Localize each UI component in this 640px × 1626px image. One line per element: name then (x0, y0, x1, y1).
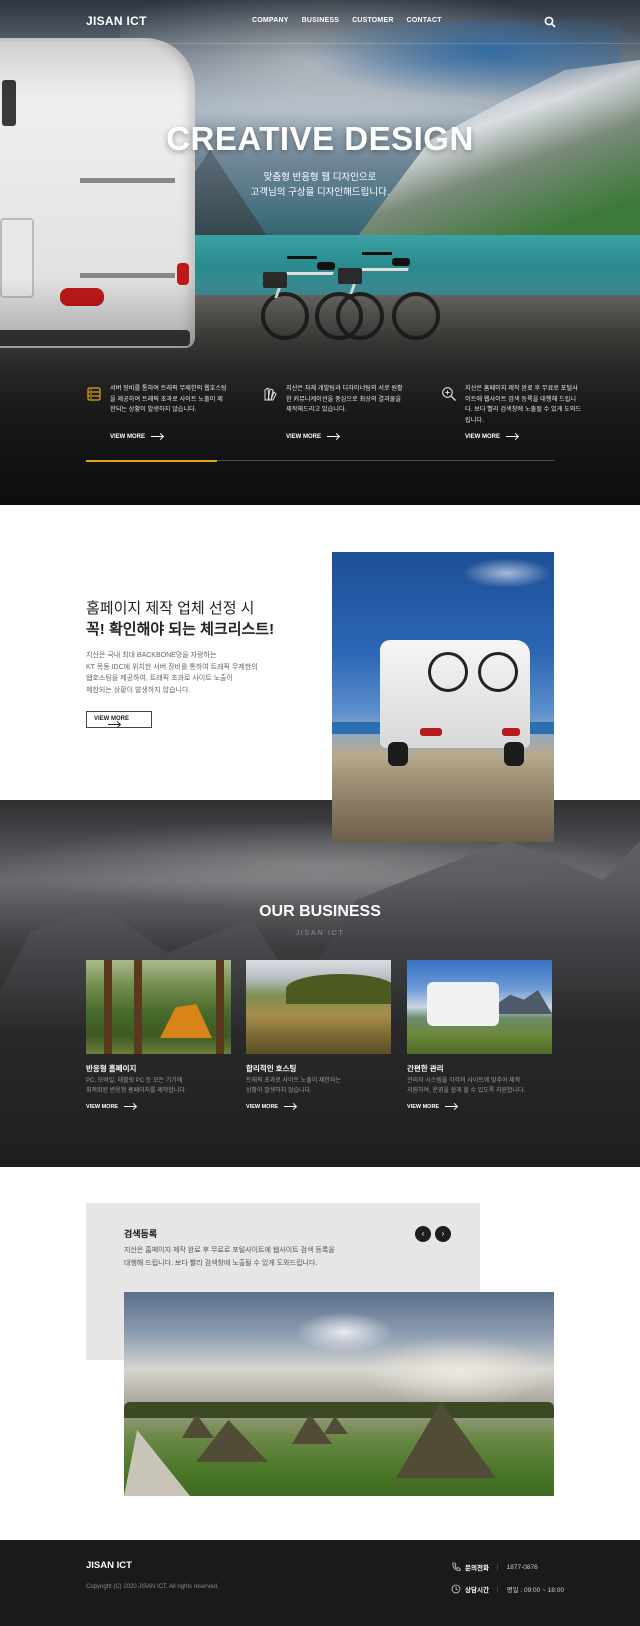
checklist-title-line1: 홈페이지 제작 업체 선정 시 (86, 600, 255, 617)
feature-text: 지산은 자체 개발팀과 디자이너팀의 서로 원활한 커뮤니케이션을 중심으로 최… (286, 385, 403, 413)
logo[interactable]: JISAN ICT (86, 14, 147, 28)
view-more-label: VIEW MORE (407, 1104, 440, 1110)
nav-contact[interactable]: CONTACT (407, 17, 442, 24)
footer: JISAN ICT Copyright (C) 2020 JISAN ICT. … (0, 1540, 640, 1626)
view-more-label: VIEW MORE (110, 434, 146, 440)
button-label: VIEW MORE (94, 716, 130, 722)
footer-phone: 문의전화 | 1877-0876 (451, 1562, 538, 1572)
card-image-camper (407, 960, 552, 1054)
business-card-management[interactable]: 간편한 관리 관리자 시스템을 각각의 사이트에 맞추어 제작 지원하여, 운영… (407, 960, 552, 1110)
view-more-link[interactable]: VIEW MORE (407, 1104, 458, 1110)
checklist-title-line2: 꼭! 확인해야 되는 체크리스트! (86, 621, 275, 638)
view-more-link[interactable]: VIEW MORE (246, 1104, 297, 1110)
color-swatch-icon (264, 387, 277, 401)
card-title: 합리적인 호스팅 (246, 1064, 297, 1073)
business-title: OUR BUSINESS (259, 903, 381, 920)
hours-label: 상담시간 (465, 1587, 489, 1594)
checklist-body-line: KT 목동 IDC에 위치한 서버 장비를 통하여 트래픽 무제한의 (86, 663, 258, 671)
next-slide-button[interactable]: › (435, 1226, 451, 1242)
card-description-line: 지원하여, 운영을 쉽게 할 수 있도록 지원합니다. (407, 1088, 526, 1094)
slider-progress-fill (86, 459, 218, 462)
nav-business[interactable]: BUSINESS (302, 17, 339, 24)
card-description-line: PC, 모바일, 태블릿 PC 등 모든 기기에 (86, 1078, 183, 1084)
search-registration-title: 검색등록 (124, 1229, 158, 1239)
view-more-label: VIEW MORE (86, 1104, 119, 1110)
feature-text: 서버 장비를 통하여 트래픽 무제한의 웹호스팅을 제공하여 트래픽 초과로 사… (110, 385, 227, 413)
feature-text: 지산은 홈페이지 제작 완료 후 무료로 포털사이트에 웹사이트 검색 등록을 … (465, 385, 582, 424)
card-description-line: 상황이 발생하지 않습니다. (246, 1088, 312, 1094)
checklist-view-more-button[interactable]: VIEW MORE (86, 711, 152, 728)
view-more-label: VIEW MORE (286, 434, 322, 440)
top-navigation: JISAN ICT COMPANY BUSINESS CUSTOMER CONT… (0, 0, 640, 44)
search-registration-line: 대행해 드립니다. 보다 빨리 검색창에 노출될 수 있게 도와드립니다. (124, 1260, 318, 1267)
card-description-line: 최적화된 반응형 홈페이지를 제작합니다. (86, 1088, 187, 1094)
main-nav: COMPANY BUSINESS CUSTOMER CONTACT (252, 17, 442, 24)
hero-section: JISAN ICT COMPANY BUSINESS CUSTOMER CONT… (0, 0, 640, 505)
slider-progress-bar[interactable] (86, 459, 554, 462)
hours-value: 평일 : 09:00 ~ 18:00 (506, 1587, 564, 1594)
checklist-body-line: 지산은 국내 최대 BACKBONE망을 자랑하는 (86, 652, 217, 659)
card-description: 관리자 시스템을 각각의 사이트에 맞추어 제작 지원하여, 운영을 쉽게 할 … (407, 1076, 552, 1096)
checklist-title: 홈페이지 제작 업체 선정 시 꼭! 확인해야 되는 체크리스트! (86, 598, 274, 640)
hero-subtitle: 맞춤형 반응형 웹 디자인으로 고객님의 구상을 디자인해드립니다. (0, 170, 640, 200)
footer-hours: 상담시간 | 평일 : 09:00 ~ 18:00 (451, 1584, 564, 1594)
arrow-right-icon (151, 435, 164, 437)
campsite-photo (124, 1292, 554, 1496)
card-description: PC, 모바일, 태블릿 PC 등 모든 기기에 최적화된 반응형 홈페이지를 … (86, 1076, 231, 1096)
arrow-right-icon (506, 435, 519, 437)
card-description-line: 트래픽 초과로 사이트 노출이 제한되는 (246, 1078, 341, 1084)
clock-icon (451, 1584, 461, 1594)
magnifier-plus-icon (442, 387, 456, 401)
hero-subtitle-line2: 고객님의 구상을 디자인해드립니다. (250, 187, 390, 198)
view-more-label: VIEW MORE (465, 434, 501, 440)
phone-label: 문의전화 (465, 1565, 489, 1572)
view-more-link[interactable]: VIEW MORE (465, 434, 519, 440)
checklist-body: 지산은 국내 최대 BACKBONE망을 자랑하는 KT 목동 IDC에 위치한… (86, 650, 276, 696)
phone-icon (452, 1562, 461, 1571)
arrow-right-icon (327, 435, 340, 437)
footer-logo: JISAN ICT (86, 1560, 132, 1571)
hero-overlay (0, 0, 640, 505)
nav-customer[interactable]: CUSTOMER (352, 17, 394, 24)
card-title: 간편한 관리 (407, 1064, 444, 1073)
hero-subtitle-line1: 맞춤형 반응형 웹 디자인으로 (263, 172, 377, 183)
checklist-body-line: 제한되는 상황이 발생하지 않습니다. (86, 686, 191, 694)
arrow-right-icon (284, 1106, 297, 1108)
card-title: 반응형 홈페이지 (86, 1064, 137, 1073)
camper-photo (332, 552, 554, 842)
hero-title: CREATIVE DESIGN (166, 120, 474, 157)
business-subtitle: JISAN ICT (295, 928, 345, 937)
footer-copyright: Copyright (C) 2020 JISAN ICT. All rights… (86, 1584, 219, 1590)
card-description-line: 관리자 시스템을 각각의 사이트에 맞추어 제작 (407, 1078, 521, 1084)
view-more-link[interactable]: VIEW MORE (110, 434, 164, 440)
view-more-link[interactable]: VIEW MORE (86, 1104, 137, 1110)
card-description: 트래픽 초과로 사이트 노출이 제한되는 상황이 발생하지 않습니다. (246, 1076, 391, 1096)
card-image-forest (86, 960, 231, 1054)
arrow-right-icon (124, 1106, 137, 1108)
nav-company[interactable]: COMPANY (252, 17, 289, 24)
phone-number[interactable]: 1877-0876 (507, 1564, 538, 1571)
checklist-body-line: 웹호스팅을 제공하여, 트래픽 초과로 사이트 노출이 (86, 675, 233, 682)
database-icon (87, 387, 101, 401)
search-icon[interactable] (544, 16, 556, 28)
search-registration-body: 지산은 홈페이지 제작 완료 후 무료로 포털사이트에 웹사이트 검색 등록을 … (124, 1244, 364, 1270)
prev-slide-button[interactable]: ‹ (415, 1226, 431, 1242)
arrow-right-icon (108, 723, 120, 725)
view-more-link[interactable]: VIEW MORE (286, 434, 340, 440)
arrow-right-icon (445, 1106, 458, 1108)
view-more-label: VIEW MORE (246, 1104, 279, 1110)
search-registration-line: 지산은 홈페이지 제작 완료 후 무료로 포털사이트에 웹사이트 검색 등록을 (124, 1247, 335, 1254)
business-card-responsive[interactable]: 반응형 홈페이지 PC, 모바일, 태블릿 PC 등 모든 기기에 최적화된 반… (86, 960, 231, 1110)
business-card-hosting[interactable]: 합리적인 호스팅 트래픽 초과로 사이트 노출이 제한되는 상황이 발생하지 않… (246, 960, 391, 1110)
card-image-grass (246, 960, 391, 1054)
